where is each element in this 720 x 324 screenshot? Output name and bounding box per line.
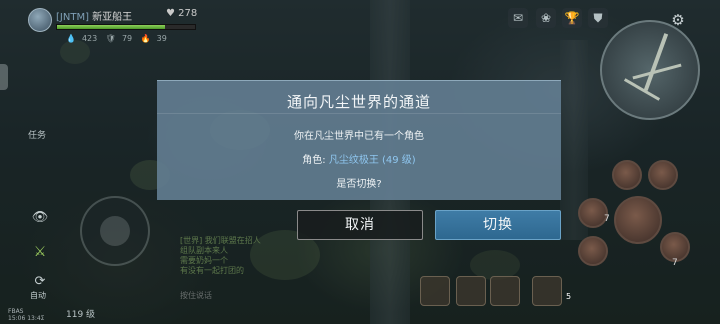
fps-line-1: FBAS (8, 308, 24, 315)
shield-icon: 🛡 (105, 34, 116, 43)
switch-button[interactable]: 切换 (435, 210, 561, 240)
quick-slot-count: 5 (566, 292, 572, 301)
role-prefix: 角色: (302, 155, 326, 166)
map-marker-icon[interactable]: ⛊ (588, 8, 608, 28)
guild-tag: [JNTM] (56, 12, 89, 23)
flame-icon: 🔥 (140, 34, 151, 43)
dialog-message: 你在凡尘世界中已有一个角色 (294, 131, 424, 142)
minimap[interactable] (600, 20, 700, 120)
skill-button-1[interactable] (614, 196, 662, 244)
stat-1: 423 (81, 34, 98, 43)
skill-cooldown-2: 7 (672, 258, 678, 268)
auto-battle-icon[interactable]: ⟳ (28, 274, 52, 289)
voice-chat-hint[interactable]: 按住说话 (180, 290, 212, 301)
quick-slot-horn[interactable] (456, 276, 486, 306)
chat-line: 有没有一起打团的 (180, 266, 244, 275)
hp-bar (56, 24, 196, 30)
dialog-title: 通向凡尘世界的通道 (286, 93, 431, 111)
player-stats: 💧 423 🛡 79 🔥 39 (66, 34, 173, 43)
auto-label: 自动 (30, 291, 46, 300)
joystick-knob[interactable] (100, 216, 130, 246)
virtual-joystick[interactable] (80, 196, 150, 266)
drop-icon: 💧 (66, 34, 76, 43)
quest-label: 任务 (28, 131, 47, 141)
dialog-question: 是否切换? (336, 179, 382, 190)
fps-readout: FBAS 15:06 13:4Σ (8, 308, 44, 322)
crossed-swords-icon[interactable]: ⚔ (30, 244, 50, 260)
power-value: 278 (178, 8, 198, 19)
switch-world-dialog: 通向凡尘世界的通道 你在凡尘世界中已有一个角色 角色: 凡尘纹极王 (49 级)… (157, 80, 561, 200)
chat-log[interactable]: [世界] 我们联盟在招人 组队副本来人 需要奶妈一个 有没有一起打团的 (180, 236, 310, 276)
skill-button-5[interactable] (648, 160, 678, 190)
fps-line-2: 15:06 13:4Σ (8, 315, 45, 322)
mail-icon[interactable]: ✉ (508, 8, 528, 28)
quick-slot-potion[interactable] (532, 276, 562, 306)
power-readout: ♥ 278 (166, 8, 197, 19)
stat-2: 79 (121, 34, 133, 43)
role-value: 凡尘纹极王 (49 级) (328, 155, 416, 166)
chat-line: [世界] 我们联盟在招人 (180, 236, 261, 245)
skill-button-4[interactable] (612, 160, 642, 190)
player-name: 新亚船王 (92, 12, 133, 23)
dialog-divider (157, 113, 561, 114)
quest-tab[interactable]: 任务 (28, 128, 46, 141)
chat-line: 组队副本来人 (180, 246, 228, 255)
player-frame[interactable]: [JNTM] 新亚船王 ♥ 278 💧 423 🛡 79 🔥 39 (26, 6, 197, 46)
heart-icon: ♥ (166, 8, 175, 19)
player-guild-name: [JNTM] 新亚船王 (56, 8, 132, 23)
skill-cooldown-1: 7 (604, 214, 610, 224)
trophy-icon[interactable]: 🏆 (562, 8, 582, 28)
eye-icon[interactable]: 👁 (30, 210, 50, 225)
stat-3: 39 (156, 34, 167, 43)
dialog-role-line: 角色: 凡尘纹极王 (49 级) (157, 151, 561, 166)
hp-bar-fill (57, 25, 165, 29)
chat-line: 需要奶妈一个 (180, 256, 228, 265)
skill-button-3[interactable] (578, 236, 608, 266)
quick-slot-item[interactable] (420, 276, 450, 306)
avatar[interactable] (28, 8, 52, 32)
side-panel-toggle[interactable] (0, 64, 8, 90)
quick-slot-bag[interactable] (490, 276, 520, 306)
cancel-button[interactable]: 取消 (297, 210, 423, 240)
gift-icon[interactable]: ❀ (536, 8, 556, 28)
level-label: 119 级 (66, 310, 96, 320)
